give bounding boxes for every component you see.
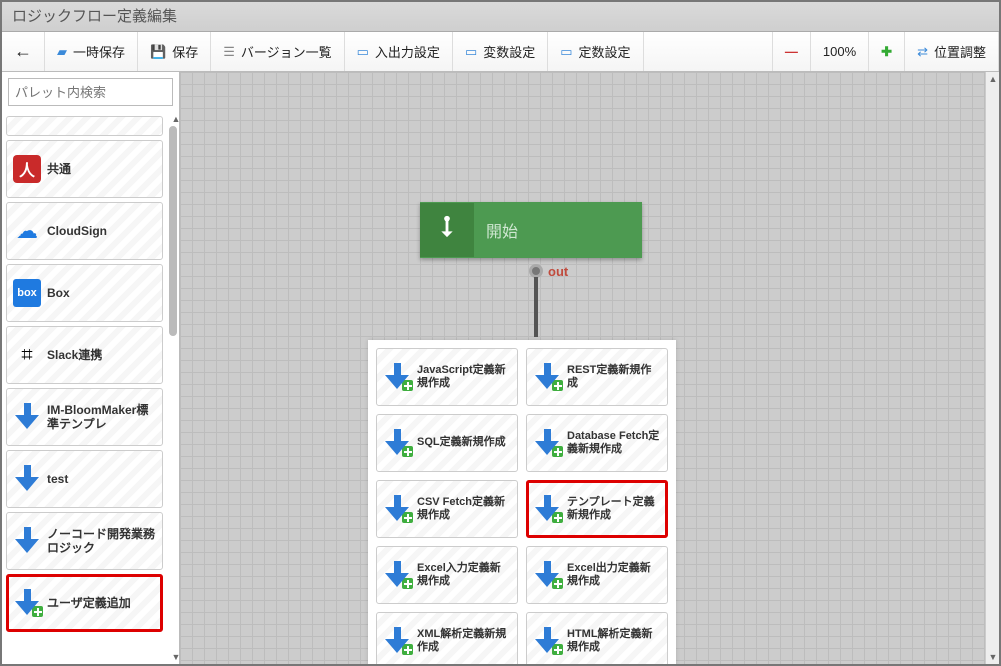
create-excel-in-def[interactable]: Excel入力定義新規作成	[376, 546, 518, 604]
io-settings-button[interactable]: ▭入出力設定	[345, 32, 453, 71]
var-settings-button[interactable]: ▭変数設定	[453, 32, 548, 71]
flow-canvas[interactable]: 開始 out JavaScript定義新規作成 REST定義新規作成 SQL定義…	[180, 72, 985, 664]
sidebar-item-box[interactable]: box Box	[6, 264, 163, 322]
download-add-icon	[533, 429, 561, 457]
download-add-icon	[383, 561, 411, 589]
download-icon	[13, 527, 41, 555]
zoom-in-button[interactable]: ✚	[869, 32, 905, 71]
temp-save-button[interactable]: ▰一時保存	[45, 32, 138, 71]
download-add-icon	[383, 627, 411, 655]
save-button[interactable]: 💾保存	[138, 32, 211, 71]
download-add-icon	[13, 589, 41, 617]
zoom-out-button[interactable]: —	[773, 32, 811, 71]
const-settings-button[interactable]: ▭定数設定	[548, 32, 643, 71]
create-javascript-def[interactable]: JavaScript定義新規作成	[376, 348, 518, 406]
download-add-icon	[383, 429, 411, 457]
sidebar-item-common[interactable]: 人 共通	[6, 140, 163, 198]
canvas-scrollbar[interactable]: ▲ ▼	[985, 72, 999, 664]
window-title: ロジックフロー定義編集	[2, 2, 999, 32]
create-template-def[interactable]: テンプレート定義新規作成	[526, 480, 668, 538]
create-xml-def[interactable]: XML解析定義新規作成	[376, 612, 518, 664]
sidebar-item-test[interactable]: test	[6, 450, 163, 508]
sidebar-item-cloudsign[interactable]: ☁ CloudSign	[6, 202, 163, 260]
sidebar-item-bloommaker[interactable]: IM-BloomMaker標準テンプレ	[6, 388, 163, 446]
sidebar-item-userdef-add[interactable]: ユーザ定義追加	[6, 574, 163, 632]
versions-button[interactable]: ☰バージョン一覧	[211, 32, 344, 71]
create-sql-def[interactable]: SQL定義新規作成	[376, 414, 518, 472]
download-icon	[13, 465, 41, 493]
palette-search	[2, 72, 179, 112]
flow-edge	[534, 277, 538, 337]
create-excel-out-def[interactable]: Excel出力定義新規作成	[526, 546, 668, 604]
create-dbfetch-def[interactable]: Database Fetch定義新規作成	[526, 414, 668, 472]
create-rest-def[interactable]: REST定義新規作成	[526, 348, 668, 406]
start-node-label: 開始	[474, 218, 518, 242]
download-icon	[420, 203, 474, 257]
pdf-icon: 人	[13, 155, 41, 183]
download-add-icon	[533, 363, 561, 391]
download-add-icon	[533, 627, 561, 655]
start-node[interactable]: 開始	[420, 202, 642, 258]
palette-sidebar: 人 共通 ☁ CloudSign box Box ⌗ Slack連携 IM	[2, 72, 180, 664]
toolbar: ← ▰一時保存 💾保存 ☰バージョン一覧 ▭入出力設定 ▭変数設定 ▭定数設定 …	[2, 32, 999, 72]
node-create-popup: JavaScript定義新規作成 REST定義新規作成 SQL定義新規作成 Da…	[368, 340, 676, 664]
download-add-icon	[533, 561, 561, 589]
sidebar-item-partial[interactable]	[6, 116, 163, 136]
slack-icon: ⌗	[13, 341, 41, 369]
sidebar-scrollbar[interactable]: ▲ ▼	[169, 112, 177, 664]
start-node-port-label: out	[548, 264, 568, 279]
download-icon	[13, 403, 41, 431]
sidebar-item-slack[interactable]: ⌗ Slack連携	[6, 326, 163, 384]
download-add-icon	[383, 363, 411, 391]
search-input[interactable]	[8, 78, 173, 106]
start-node-port[interactable]	[529, 264, 543, 278]
layout-button[interactable]: ⇄位置調整	[905, 32, 999, 71]
back-button[interactable]: ←	[2, 32, 45, 71]
sidebar-item-nocode[interactable]: ノーコード開発業務ロジック	[6, 512, 163, 570]
cloud-icon: ☁	[13, 217, 41, 245]
create-csvfetch-def[interactable]: CSV Fetch定義新規作成	[376, 480, 518, 538]
box-icon: box	[13, 279, 41, 307]
create-html-def[interactable]: HTML解析定義新規作成	[526, 612, 668, 664]
zoom-display: 100%	[811, 32, 869, 71]
download-add-icon	[383, 495, 411, 523]
download-add-icon	[533, 495, 561, 523]
